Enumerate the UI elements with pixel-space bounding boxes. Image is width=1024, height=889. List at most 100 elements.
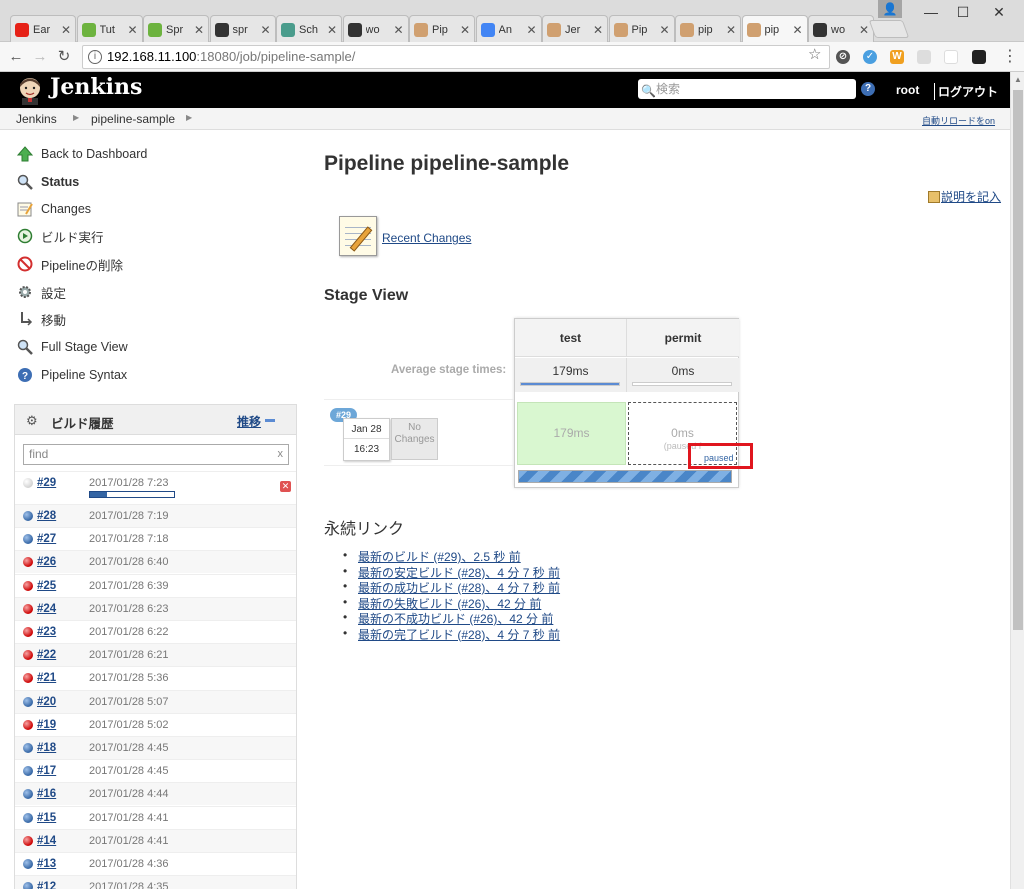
breadcrumb-arrow-icon[interactable]: ▶ (73, 113, 79, 122)
tab-close-icon[interactable]: ✕ (127, 23, 137, 37)
build-row[interactable]: #24 2017/01/28 6:23 (15, 596, 296, 620)
jenkins-logo[interactable] (16, 75, 44, 105)
build-row[interactable]: #20 2017/01/28 5:07 (15, 689, 296, 713)
task-status[interactable]: Status (16, 172, 79, 192)
extension-icon[interactable] (917, 50, 931, 64)
page-scrollbar[interactable]: ▲ (1010, 72, 1024, 889)
task-back-to-dashboard[interactable]: Back to Dashboard (16, 144, 147, 164)
build-number-link[interactable]: #24 (37, 603, 56, 615)
task-configure[interactable]: 設定 (16, 282, 66, 302)
build-date[interactable]: 2017/01/28 4:35 (89, 881, 169, 889)
build-number-link[interactable]: #12 (37, 881, 56, 889)
build-number-link[interactable]: #15 (37, 812, 56, 824)
build-number-link[interactable]: #26 (37, 556, 56, 568)
jenkins-title[interactable]: Jenkins (50, 74, 142, 100)
extension-icon[interactable] (944, 50, 958, 64)
build-number-link[interactable]: #28 (37, 510, 56, 522)
build-status-ball-icon[interactable] (23, 650, 33, 661)
browser-tab[interactable]: spr ✕ (209, 15, 276, 43)
build-row[interactable]: #18 2017/01/28 4:45 (15, 736, 296, 759)
browser-tab[interactable]: pip ✕ (675, 15, 741, 43)
build-number-link[interactable]: #16 (37, 788, 56, 800)
task-move[interactable]: 移動 (16, 309, 66, 329)
browser-tab[interactable]: Spr ✕ (143, 15, 209, 43)
task-delete-pipeline[interactable]: Pipelineの削除 (16, 254, 123, 274)
extension-icon[interactable] (972, 50, 986, 64)
stop-build-icon[interactable]: ✕ (280, 481, 291, 492)
build-status-ball-icon[interactable] (23, 696, 33, 707)
tab-close-icon[interactable]: ✕ (260, 23, 270, 37)
reload-icon[interactable]: ↻ (54, 47, 74, 67)
extension-icon[interactable]: ✓ (863, 50, 877, 64)
build-row[interactable]: #12 2017/01/28 4:35 (15, 875, 296, 889)
build-status-ball-icon[interactable] (23, 882, 33, 889)
trend-link[interactable]: 推移 (237, 413, 261, 430)
build-status-ball-icon[interactable] (23, 719, 33, 730)
build-date[interactable]: 2017/01/28 5:07 (89, 696, 169, 708)
build-number-link[interactable]: #29 (37, 477, 56, 489)
bookmark-star-icon[interactable]: ☆ (808, 45, 821, 63)
extension-icon[interactable]: W (890, 50, 904, 64)
search-input[interactable]: 🔍 検索 (638, 79, 856, 99)
tab-close-icon[interactable]: ✕ (61, 23, 71, 37)
build-row[interactable]: #13 2017/01/28 4:36 (15, 852, 296, 875)
build-row[interactable]: #16 2017/01/28 4:44 (15, 782, 296, 806)
build-status-ball-icon[interactable] (23, 557, 33, 568)
build-row[interactable]: #22 2017/01/28 6:21 (15, 643, 296, 667)
tab-close-icon[interactable]: ✕ (393, 23, 403, 37)
maximize-icon[interactable]: ☐ (948, 2, 978, 22)
browser-tab[interactable]: Ear ✕ (10, 15, 76, 43)
browser-tab[interactable]: wo ✕ (342, 15, 409, 43)
build-status-ball-icon[interactable] (23, 812, 33, 823)
help-icon[interactable]: ? (861, 82, 875, 96)
build-row[interactable]: #21 2017/01/28 5:36 (15, 666, 296, 689)
stage-cell-test[interactable]: 179ms (517, 402, 626, 465)
build-date[interactable]: 2017/01/28 4:36 (89, 858, 169, 870)
permalink-link[interactable]: 最新の安定ビルド (#28)、4 分 7 秒 前 (358, 566, 560, 580)
permalink-link[interactable]: 最新の成功ビルド (#28)、4 分 7 秒 前 (358, 581, 560, 595)
build-date[interactable]: 2017/01/28 6:22 (89, 626, 169, 638)
tab-close-icon[interactable]: ✕ (460, 23, 470, 37)
build-date[interactable]: 2017/01/28 7:23 (89, 477, 169, 489)
permalink-link[interactable]: 最新の完了ビルド (#28)、4 分 7 秒 前 (358, 628, 560, 642)
build-number-link[interactable]: #23 (37, 626, 56, 638)
build-status-ball-icon[interactable] (23, 743, 33, 753)
tab-close-icon[interactable]: ✕ (726, 23, 736, 37)
build-number-link[interactable]: #19 (37, 719, 56, 731)
scrollbar-thumb[interactable] (1013, 90, 1023, 630)
build-status-ball-icon[interactable] (23, 534, 33, 545)
tab-close-icon[interactable]: ✕ (792, 23, 802, 37)
build-date[interactable]: 2017/01/28 4:45 (89, 765, 169, 777)
permalink-link[interactable]: 最新の不成功ビルド (#26)、42 分 前 (358, 612, 553, 626)
close-window-icon[interactable]: ✕ (984, 2, 1014, 22)
tab-close-icon[interactable]: ✕ (327, 23, 337, 37)
back-icon[interactable]: ← (6, 47, 26, 67)
task-pipeline-syntax[interactable]: ? Pipeline Syntax (16, 365, 127, 385)
build-date[interactable]: 2017/01/28 5:02 (89, 719, 169, 731)
new-tab-button[interactable] (868, 20, 910, 38)
build-date[interactable]: 2017/01/28 6:39 (89, 580, 169, 592)
extension-icon[interactable]: ⊘ (836, 50, 850, 64)
browser-tab[interactable]: An ✕ (475, 15, 542, 43)
build-row[interactable]: #29 2017/01/28 7:23 ✕ (15, 471, 296, 504)
permalink-link[interactable]: 最新のビルド (#29)、2.5 秒 前 (358, 550, 521, 564)
build-date[interactable]: 2017/01/28 6:40 (89, 556, 169, 568)
scroll-up-icon[interactable]: ▲ (1014, 75, 1022, 84)
build-date[interactable]: 2017/01/28 4:44 (89, 788, 169, 800)
tab-close-icon[interactable]: ✕ (194, 23, 204, 37)
breadcrumb-jenkins[interactable]: Jenkins (16, 112, 57, 126)
browser-tab[interactable]: Pip ✕ (409, 15, 475, 43)
build-row[interactable]: #15 2017/01/28 4:41 (15, 805, 296, 829)
build-status-ball-icon[interactable] (23, 789, 33, 800)
build-number-link[interactable]: #13 (37, 858, 56, 870)
breadcrumb-arrow-icon[interactable]: ▶ (186, 113, 192, 122)
trend-icon[interactable] (265, 419, 275, 422)
build-date[interactable]: 2017/01/28 5:36 (89, 672, 169, 684)
build-row[interactable]: #23 2017/01/28 6:22 (15, 620, 296, 643)
auto-refresh-link[interactable]: 自動リロードをon (922, 114, 995, 127)
url-field[interactable]: i 192.168.11.100:18080/job/pipeline-samp… (82, 45, 830, 69)
build-date[interactable]: 2017/01/28 6:21 (89, 649, 169, 661)
task-changes[interactable]: Changes (16, 199, 91, 219)
build-status-ball-icon[interactable] (23, 673, 33, 684)
build-filter-input[interactable]: find x (23, 444, 289, 465)
